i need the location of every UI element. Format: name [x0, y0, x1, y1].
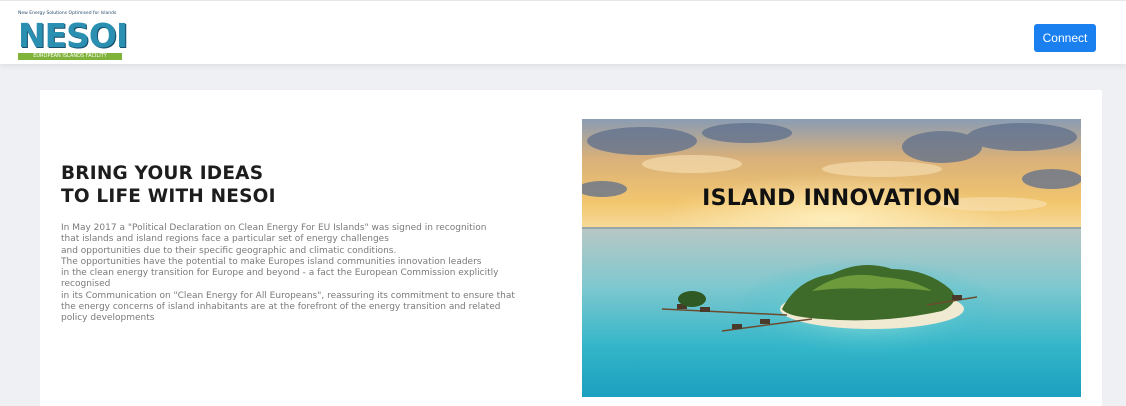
paragraph-line: in the clean energy transition for Europ…: [61, 268, 499, 279]
paragraph-line: In May 2017 a "Political Declaration on …: [61, 223, 487, 233]
hero-card: BRING YOUR IDEAS TO LIFE WITH NESOI In M…: [40, 90, 1102, 406]
paragraph-line: that islands and island regions face a p…: [61, 234, 389, 245]
intro-paragraph: In May 2017 a "Political Declaration on …: [61, 223, 571, 325]
top-header: New Energy Solutions Optimised for Islan…: [0, 0, 1126, 64]
headline-line-2: TO LIFE WITH NESOI: [61, 186, 276, 207]
page-headline: BRING YOUR IDEAS TO LIFE WITH NESOI: [61, 162, 276, 208]
paragraph-line: policy developments: [61, 313, 155, 324]
paragraph-line: recognised: [61, 279, 111, 290]
headline-line-1: BRING YOUR IDEAS: [61, 163, 264, 184]
paragraph-line: in its Communication on "Clean Energy fo…: [61, 290, 515, 301]
hero-title: ISLAND INNOVATION: [702, 186, 961, 211]
island-hero-image: ISLAND INNOVATION: [582, 119, 1081, 397]
paragraph-line: and opportunities due to their specific …: [61, 245, 397, 256]
connect-button[interactable]: Connect: [1034, 24, 1096, 52]
logo-subtitle: EUROPEAN ISLANDS FACILITY: [18, 53, 122, 60]
nesoi-logo[interactable]: New Energy Solutions Optimised for Islan…: [18, 11, 128, 61]
island-illustration: [582, 119, 1081, 397]
paragraph-line: the energy concerns of island inhabitant…: [61, 302, 501, 313]
logo-wordmark: NESOI: [18, 16, 128, 55]
paragraph-line: The opportunities have the potential to …: [61, 256, 482, 267]
